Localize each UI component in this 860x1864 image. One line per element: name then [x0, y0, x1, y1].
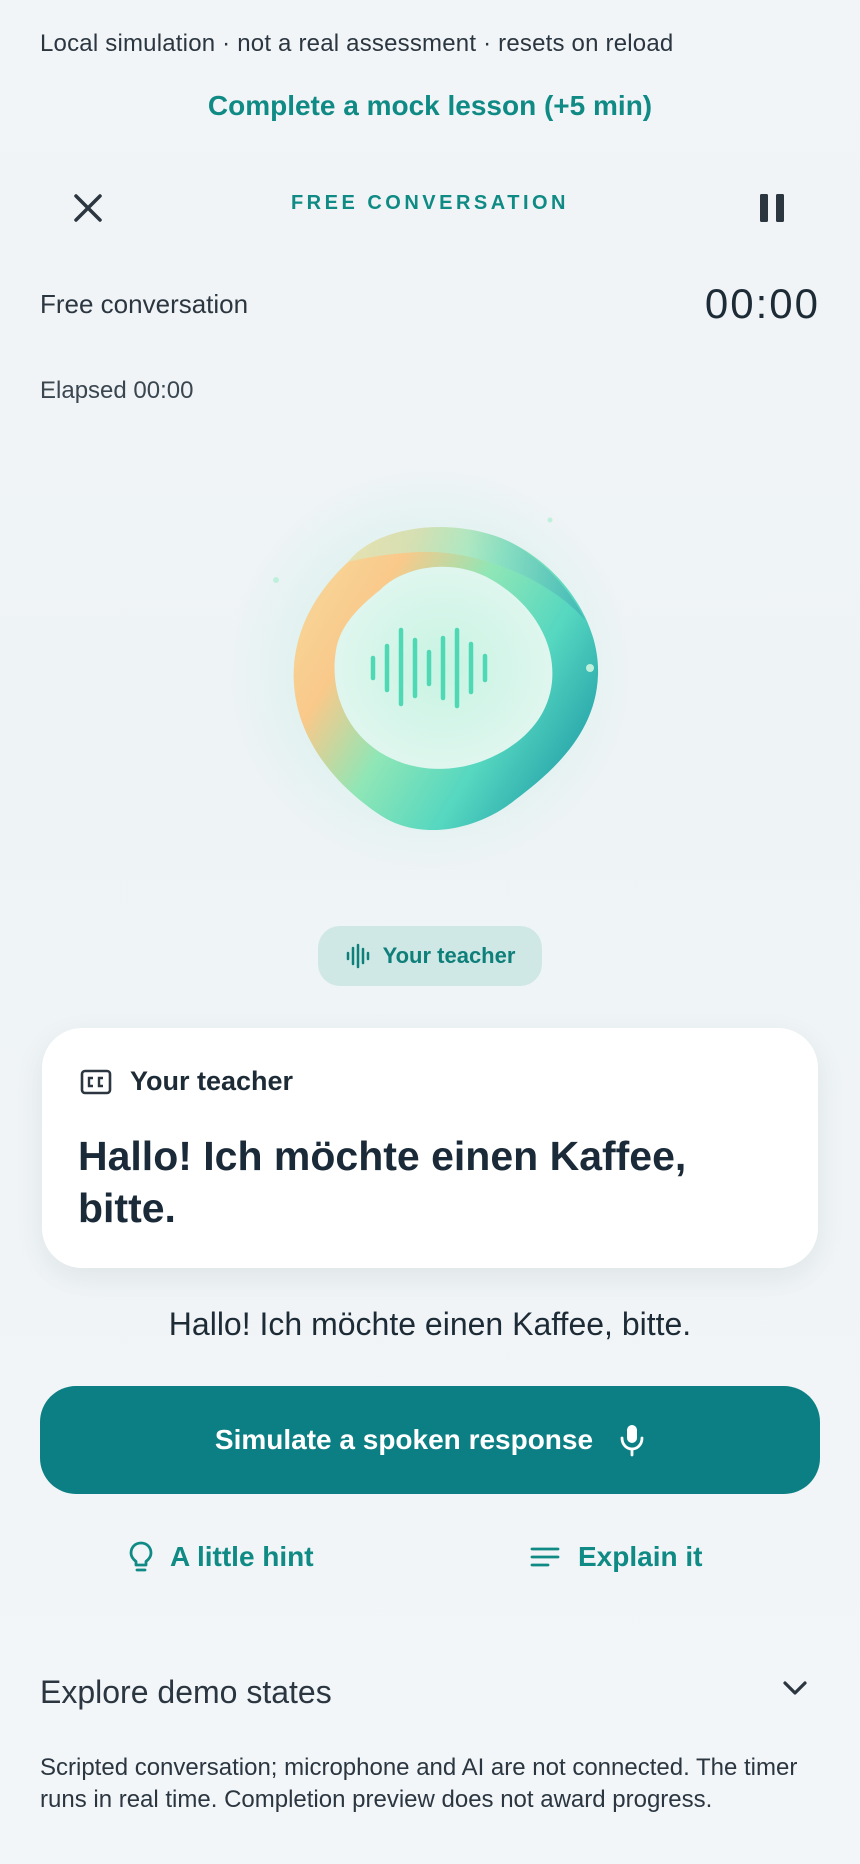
simulation-notice: Local simulation · not a real assessment… — [40, 30, 674, 57]
speaker-pill-label: Your teacher — [382, 943, 516, 968]
pause-button[interactable] — [748, 184, 796, 232]
caption-speaker: Your teacher — [130, 1066, 294, 1096]
orb-ring — [273, 517, 599, 831]
lines-icon — [530, 1547, 560, 1567]
translation-text: Hallo! Ich möchte einen Kaffee, bitte. — [168, 1306, 692, 1342]
explain-button[interactable]: Explain it — [530, 1532, 702, 1582]
caption-text: Hallo! Ich möchte einen Kaffee, bitte. — [78, 1133, 687, 1231]
footnote: Scripted conversation; microphone and AI… — [40, 1754, 798, 1813]
explore-demo-states-toggle[interactable]: Explore demo states — [40, 1668, 820, 1720]
explore-demo-states-label: Explore demo states — [40, 1674, 332, 1710]
mock-lesson-link[interactable]: Complete a mock lesson (+5 min) — [0, 90, 860, 122]
pause-icon — [760, 194, 784, 222]
top-bar: FREE CONVERSATION — [0, 180, 860, 230]
page-title: FREE CONVERSATION — [290, 192, 570, 214]
simulate-response-label: Simulate a spoken response — [214, 1424, 594, 1455]
explain-button-label: Explain it — [578, 1541, 703, 1572]
session-timer: 00:00 — [704, 280, 820, 327]
hint-button-label: A little hint — [170, 1541, 314, 1572]
lightbulb-icon — [129, 1541, 153, 1572]
voice-orb — [230, 470, 630, 870]
microphone-icon — [620, 1425, 644, 1457]
hint-button[interactable]: A little hint — [128, 1532, 314, 1582]
elapsed-time: Elapsed 00:00 — [40, 377, 194, 404]
conversation-mode-label: Free conversation — [40, 289, 249, 319]
chevron-down-icon — [783, 1681, 807, 1695]
waveform-icon — [346, 943, 369, 969]
closed-captions-icon — [80, 1069, 112, 1094]
caption-card: Your teacher Hallo! Ich möchte einen Kaf… — [42, 1028, 818, 1268]
caption-card-header: Your teacher — [80, 1066, 293, 1097]
speaker-indicator: Your teacher — [318, 926, 542, 986]
simulate-response-button[interactable]: Simulate a spoken response — [40, 1386, 820, 1494]
